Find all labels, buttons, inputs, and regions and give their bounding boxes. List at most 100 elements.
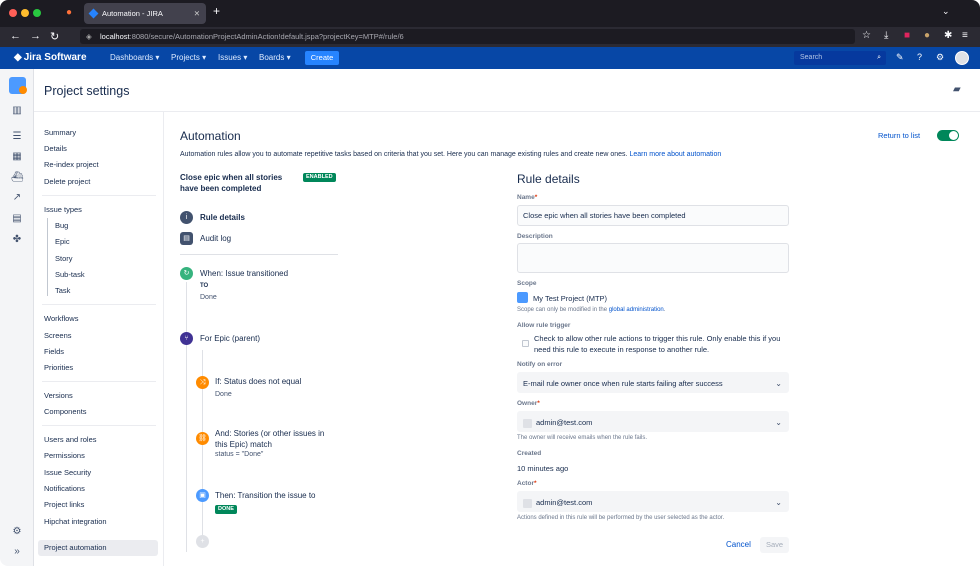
sidebar-item-delete-project[interactable]: Delete project bbox=[44, 177, 90, 186]
sidebar-item-users-roles[interactable]: Users and roles bbox=[44, 435, 97, 444]
add-ons-puzzle-icon[interactable]: ✤ bbox=[11, 234, 23, 246]
sidebar-item-priorities[interactable]: Priorities bbox=[44, 363, 73, 372]
rule-enabled-toggle[interactable] bbox=[937, 130, 959, 141]
actor-select[interactable]: admin@test.com ⌄ bbox=[517, 491, 789, 512]
sidebar-item-screens[interactable]: Screens bbox=[44, 331, 72, 340]
nav-projects[interactable]: Projects ▾ bbox=[171, 53, 206, 62]
sidebar-item-issue-security[interactable]: Issue Security bbox=[44, 468, 91, 477]
add-component-icon[interactable]: + bbox=[196, 535, 209, 548]
sidebar-item-task[interactable]: Task bbox=[55, 286, 70, 295]
owner-label-text: Owner bbox=[517, 400, 538, 407]
actor-label: Actor* bbox=[517, 480, 537, 487]
sidebar-item-details[interactable]: Details bbox=[44, 144, 67, 153]
sidebar-item-summary[interactable]: Summary bbox=[44, 128, 76, 137]
sidebar-item-bug[interactable]: Bug bbox=[55, 221, 68, 230]
reload-icon[interactable]: ↻ bbox=[50, 30, 59, 43]
global-admin-link[interactable]: global administration bbox=[609, 307, 664, 313]
sidebar-item-project-links[interactable]: Project links bbox=[44, 500, 84, 509]
nav-dashboards[interactable]: Dashboards ▾ bbox=[110, 53, 159, 62]
extension-face-icon[interactable]: ● bbox=[924, 30, 930, 41]
sidebar-item-fields[interactable]: Fields bbox=[44, 347, 64, 356]
action-icon: ▣ bbox=[196, 489, 209, 502]
extensions-puzzle-icon[interactable]: ✱ bbox=[944, 30, 952, 41]
trigger-step[interactable]: When: Issue transitioned bbox=[200, 269, 288, 278]
description-field[interactable] bbox=[517, 243, 789, 273]
sidebar-item-notifications[interactable]: Notifications bbox=[44, 484, 85, 493]
notify-selected-value: E-mail rule owner once when rule starts … bbox=[523, 379, 723, 388]
sidebar-item-versions[interactable]: Versions bbox=[44, 391, 73, 400]
forward-arrow-icon[interactable]: → bbox=[30, 30, 41, 42]
sidebar-item-project-automation[interactable]: Project automation bbox=[38, 540, 158, 556]
allow-trigger-checkbox[interactable] bbox=[522, 340, 529, 347]
sidebar-item-workflows[interactable]: Workflows bbox=[44, 314, 78, 323]
create-button[interactable]: Create bbox=[305, 51, 339, 65]
backlog-icon[interactable]: ☰ bbox=[11, 131, 23, 143]
firefox-icon[interactable]: ● bbox=[66, 7, 72, 18]
owner-select[interactable]: admin@test.com ⌄ bbox=[517, 411, 789, 432]
maximize-window-button[interactable] bbox=[33, 9, 41, 17]
rule-details-title: Rule details bbox=[517, 172, 580, 186]
sidebar-item-sub-task[interactable]: Sub-task bbox=[55, 270, 85, 279]
condition-step[interactable]: If: Status does not equal bbox=[215, 377, 301, 386]
sidebar-item-hipchat[interactable]: Hipchat integration bbox=[44, 517, 107, 526]
scope-value: My Test Project (MTP) bbox=[533, 294, 608, 303]
nav-issues[interactable]: Issues ▾ bbox=[218, 53, 247, 62]
trigger-icon: ↻ bbox=[180, 267, 193, 280]
save-button[interactable]: Save bbox=[760, 537, 789, 553]
name-field[interactable]: Close epic when all stories have been co… bbox=[517, 205, 789, 226]
notify-select[interactable]: E-mail rule owner once when rule starts … bbox=[517, 372, 789, 393]
project-settings-gear-icon[interactable]: ⚙ bbox=[11, 526, 23, 538]
navigation-toolbar: ← → ↻ ◈ localhost:8080/secure/Automation… bbox=[0, 27, 980, 47]
url-path: :8080/secure/AutomationProjectAdminActio… bbox=[129, 32, 404, 41]
extension-icon[interactable]: ■ bbox=[904, 30, 910, 41]
user-avatar-icon bbox=[523, 498, 532, 508]
back-arrow-icon[interactable]: ← bbox=[10, 30, 21, 42]
megaphone-icon[interactable]: ✎ bbox=[896, 52, 904, 63]
search-input[interactable]: Search ⌕ bbox=[794, 51, 886, 65]
nav-boards[interactable]: Boards ▾ bbox=[259, 53, 291, 62]
download-icon[interactable]: ⤓ bbox=[884, 30, 888, 41]
tab-list-chevron-icon[interactable]: ⌄ bbox=[942, 6, 950, 17]
active-sprint-icon[interactable]: ▦ bbox=[11, 151, 23, 163]
issues-icon[interactable]: ▤ bbox=[11, 213, 23, 225]
flow-connector bbox=[186, 282, 187, 552]
jira-logo[interactable]: ◆ Jira Software bbox=[14, 52, 87, 63]
close-tab-icon[interactable]: ✕ bbox=[194, 3, 200, 24]
search-placeholder: Search bbox=[800, 54, 823, 61]
sidebar-item-epic[interactable]: Epic bbox=[55, 237, 70, 246]
rule-name: Close epic when all stories have been co… bbox=[180, 173, 283, 193]
related-condition-line1[interactable]: And: Stories (or other issues in bbox=[215, 429, 324, 438]
learn-more-link[interactable]: Learn more about automation bbox=[629, 151, 721, 158]
close-window-button[interactable] bbox=[9, 9, 17, 17]
cancel-button[interactable]: Cancel bbox=[726, 540, 751, 549]
sidebar-item-issue-types[interactable]: Issue types bbox=[44, 205, 82, 214]
reports-icon[interactable]: ↗ bbox=[11, 192, 23, 204]
return-to-list-link[interactable]: Return to list bbox=[878, 131, 920, 140]
browser-tab[interactable]: Automation - JIRA ✕ bbox=[84, 3, 206, 24]
help-icon[interactable]: ? bbox=[917, 52, 922, 62]
project-avatar[interactable] bbox=[9, 77, 27, 94]
settings-gear-icon[interactable]: ⚙ bbox=[936, 52, 944, 63]
bookmark-star-icon[interactable]: ☆ bbox=[862, 30, 871, 41]
sidebar-item-permissions[interactable]: Permissions bbox=[44, 451, 85, 460]
trigger-to-label: TO bbox=[200, 283, 209, 289]
new-tab-icon[interactable]: + bbox=[213, 4, 220, 18]
related-condition-line2[interactable]: this Epic) match bbox=[215, 440, 272, 449]
user-avatar[interactable] bbox=[955, 51, 969, 65]
board-icon[interactable]: ▥ bbox=[11, 105, 23, 117]
action-step[interactable]: Then: Transition the issue to bbox=[215, 491, 316, 500]
sidebar-item-story[interactable]: Story bbox=[55, 254, 73, 263]
chevron-down-icon: ⌄ bbox=[775, 498, 782, 507]
description-label: Description bbox=[517, 233, 553, 240]
rule-details-step[interactable]: Rule details bbox=[200, 213, 245, 222]
url-input[interactable]: ◈ localhost:8080/secure/AutomationProjec… bbox=[80, 29, 855, 44]
sidebar-item-reindex[interactable]: Re-index project bbox=[44, 160, 99, 169]
releases-icon[interactable]: ⛴ bbox=[11, 172, 24, 184]
branch-step[interactable]: For Epic (parent) bbox=[200, 334, 260, 343]
menu-icon[interactable]: ≡ bbox=[962, 30, 968, 41]
audit-log-step[interactable]: Audit log bbox=[200, 234, 231, 243]
minimize-window-button[interactable] bbox=[21, 9, 29, 17]
sidebar-item-components[interactable]: Components bbox=[44, 407, 87, 416]
expand-sidebar-icon[interactable]: » bbox=[11, 546, 23, 558]
feedback-icon[interactable]: ▰ bbox=[953, 84, 961, 95]
